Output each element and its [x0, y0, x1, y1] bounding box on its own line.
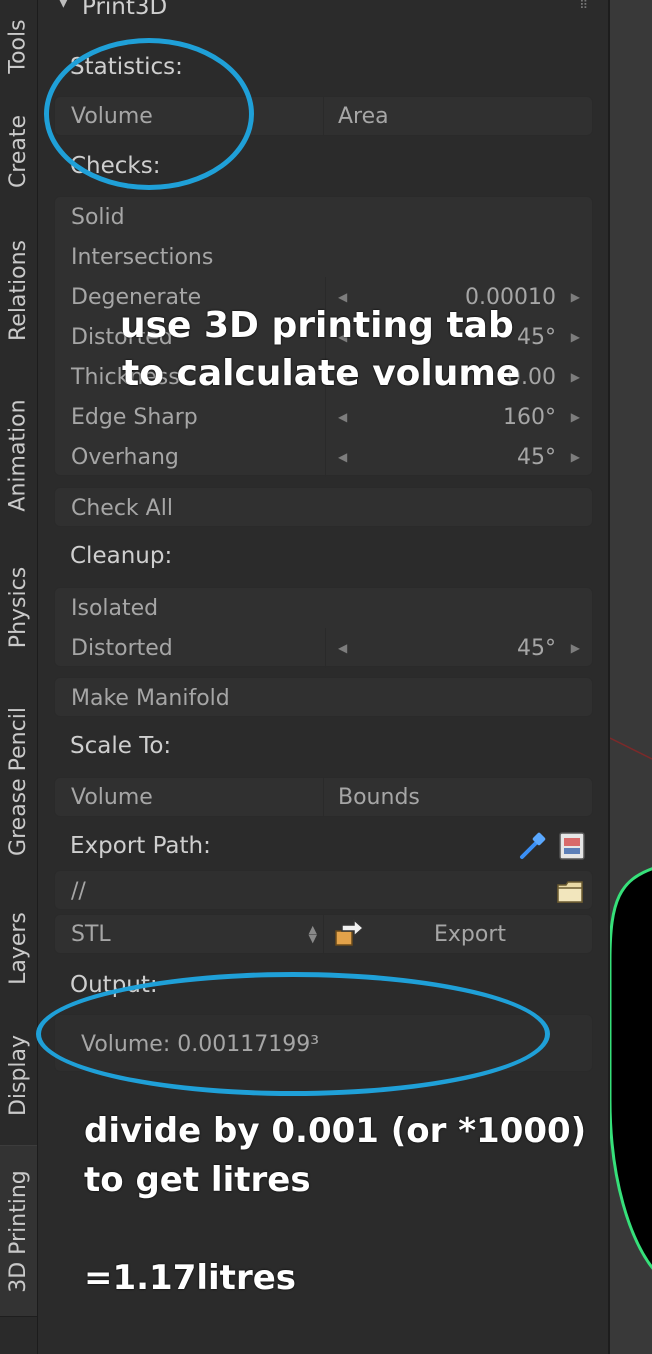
- edge-sharp-button[interactable]: Edge Sharp: [71, 405, 198, 430]
- increment-arrow-icon[interactable]: ▶: [571, 370, 580, 384]
- decrement-arrow-icon[interactable]: ◀: [338, 641, 347, 655]
- overhang-button[interactable]: Overhang: [71, 445, 179, 470]
- annotation-ellipse-output: [36, 972, 550, 1096]
- cleanup-distorted-field[interactable]: ◀ 45° ▶: [325, 628, 592, 668]
- format-value: STL: [71, 921, 111, 947]
- overhang-value: 45°: [517, 444, 556, 470]
- isolated-label: Isolated: [71, 595, 159, 621]
- area-button[interactable]: Area: [323, 97, 592, 135]
- annotation-ellipse-statistics: [44, 38, 254, 190]
- annotation-line2: to calculate volume: [122, 353, 521, 394]
- scale-volume-button[interactable]: Volume: [55, 778, 323, 816]
- 3d-viewport[interactable]: [608, 0, 652, 1354]
- eyedropper-icon[interactable]: [516, 830, 548, 862]
- annotation-line1: use 3D printing tab: [120, 305, 514, 346]
- updown-arrows-icon: ▲ ▼: [308, 923, 317, 945]
- edge-sharp-row: Edge Sharp ◀ 160° ▶: [55, 397, 592, 437]
- cleanup-distorted-button[interactable]: Distorted: [71, 636, 173, 661]
- tab-label: Grease Pencil: [6, 706, 31, 856]
- tab-label: Tools: [6, 18, 32, 74]
- intersections-label: Intersections: [71, 244, 214, 270]
- tab-tools[interactable]: Tools: [0, 0, 37, 92]
- increment-arrow-icon[interactable]: ▶: [571, 290, 580, 304]
- distorted-value: 45°: [517, 324, 556, 350]
- tab-layers[interactable]: Layers: [0, 887, 37, 1009]
- tab-animation[interactable]: Animation: [0, 370, 37, 540]
- tab-label: Create: [6, 114, 32, 188]
- cleanup-heading: Cleanup:: [70, 543, 173, 569]
- decrement-arrow-icon[interactable]: ◀: [338, 410, 347, 424]
- cleanup-box: Isolated Distorted ◀ 45° ▶: [54, 587, 593, 668]
- export-path-input[interactable]: //: [54, 870, 593, 910]
- panel-title: Print3D: [82, 0, 168, 20]
- tab-3d-printing[interactable]: 3D Printing: [0, 1145, 37, 1317]
- intersections-button[interactable]: Intersections: [55, 237, 592, 277]
- tab-display[interactable]: Display: [0, 1009, 37, 1141]
- make-manifold-label: Make Manifold: [71, 685, 230, 711]
- edge-sharp-value: 160°: [503, 404, 556, 430]
- cleanup-distorted-value: 45°: [517, 635, 556, 661]
- check-all-button[interactable]: Check All: [54, 487, 593, 527]
- make-manifold-button[interactable]: Make Manifold: [54, 677, 593, 717]
- scale-to-buttons: Volume Bounds: [54, 777, 593, 817]
- increment-arrow-icon[interactable]: ▶: [571, 450, 580, 464]
- decrement-arrow-icon[interactable]: ◀: [338, 450, 347, 464]
- file-browser-icon[interactable]: [556, 830, 588, 862]
- isolated-button[interactable]: Isolated: [55, 588, 592, 628]
- tab-strip: Tools Create Relations Animation Physics…: [0, 0, 38, 1354]
- edge-sharp-field[interactable]: ◀ 160° ▶: [325, 397, 592, 437]
- increment-arrow-icon[interactable]: ▶: [571, 410, 580, 424]
- tab-label: 3D Printing: [6, 1169, 31, 1293]
- tab-create[interactable]: Create: [0, 92, 37, 210]
- check-all-label: Check All: [71, 495, 173, 521]
- annotation-result: =1.17litres: [84, 1258, 297, 1298]
- tab-relations[interactable]: Relations: [0, 210, 37, 370]
- cleanup-distorted-row: Distorted ◀ 45° ▶: [55, 628, 592, 668]
- solid-label: Solid: [71, 204, 125, 230]
- overhang-row: Overhang ◀ 45° ▶: [55, 437, 592, 477]
- decrement-arrow-icon[interactable]: ◀: [338, 290, 347, 304]
- tab-grease-pencil[interactable]: Grease Pencil: [0, 675, 37, 887]
- folder-icon[interactable]: [554, 875, 586, 907]
- drag-handle-icon[interactable]: ⠿: [579, 0, 588, 12]
- viewport-scene: [610, 737, 652, 1270]
- collapse-triangle-icon[interactable]: ▼: [58, 0, 69, 10]
- solid-button[interactable]: Solid: [55, 197, 592, 237]
- annotation-divide1: divide by 0.001 (or *1000): [84, 1111, 587, 1151]
- tab-label: Animation: [6, 398, 32, 512]
- increment-arrow-icon[interactable]: ▶: [571, 641, 580, 655]
- export-icon: [332, 917, 366, 951]
- tab-physics[interactable]: Physics: [0, 540, 37, 675]
- format-select[interactable]: STL ▲ ▼: [55, 915, 323, 953]
- scale-to-heading: Scale To:: [70, 733, 172, 759]
- tab-label: Display: [6, 1034, 31, 1116]
- export-row: STL ▲ ▼ Export: [54, 914, 593, 954]
- overhang-field[interactable]: ◀ 45° ▶: [325, 437, 592, 477]
- tab-label: Layers: [6, 911, 31, 985]
- increment-arrow-icon[interactable]: ▶: [571, 330, 580, 344]
- export-button[interactable]: Export: [323, 915, 592, 953]
- export-path-heading: Export Path:: [70, 833, 211, 859]
- export-label: Export: [434, 921, 507, 947]
- tab-label: Relations: [6, 239, 31, 341]
- annotation-divide2: to get litres: [84, 1160, 311, 1200]
- scale-bounds-button[interactable]: Bounds: [323, 778, 592, 816]
- export-path-value: //: [71, 878, 86, 904]
- tab-label: Physics: [6, 566, 31, 649]
